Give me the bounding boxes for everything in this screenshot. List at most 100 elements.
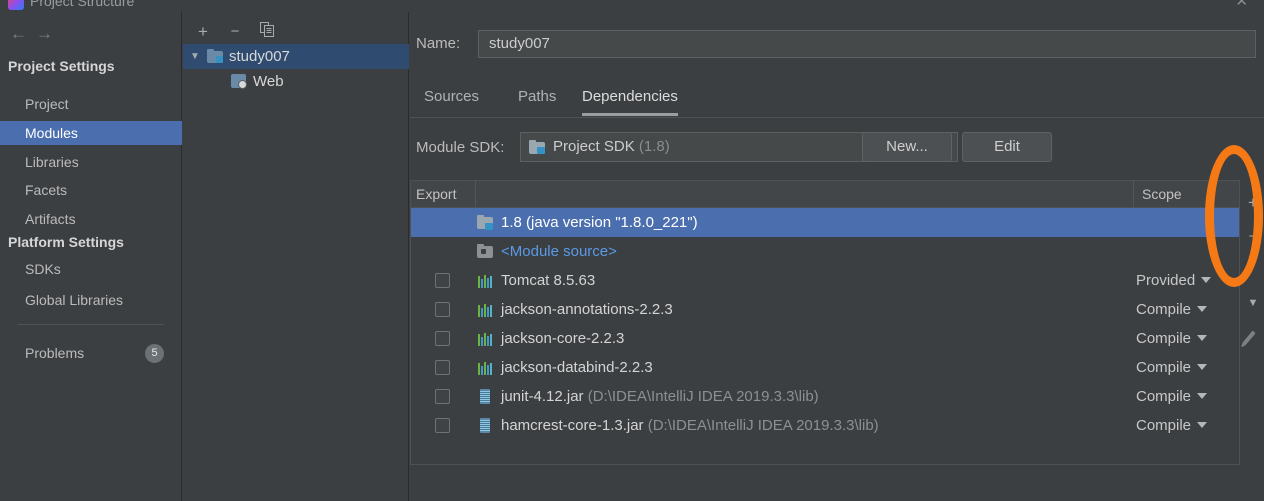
- sidebar-group-platform-settings: Platform Settings: [8, 234, 124, 250]
- table-row[interactable]: 1.8 (java version "1.8.0_221"): [411, 208, 1239, 237]
- scope-dropdown[interactable]: Compile: [1136, 353, 1208, 382]
- move-down-button[interactable]: ▼: [1242, 290, 1264, 316]
- table-row[interactable]: jackson-core-2.2.3 Compile: [411, 324, 1239, 353]
- export-checkbox[interactable]: [435, 360, 450, 375]
- sidebar-group-project-settings: Project Settings: [8, 58, 115, 74]
- scope-dropdown[interactable]: Compile: [1136, 295, 1208, 324]
- export-checkbox[interactable]: [435, 389, 450, 404]
- sidebar-item-artifacts[interactable]: Artifacts: [0, 207, 182, 231]
- chevron-down-icon: [1197, 364, 1208, 370]
- chevron-down-icon[interactable]: ▼: [190, 44, 200, 69]
- add-module-button[interactable]: +: [191, 20, 215, 44]
- dependency-name: hamcrest-core-1.3.jar (D:\IDEA\IntelliJ …: [501, 411, 879, 440]
- sidebar-item-global-libraries[interactable]: Global Libraries: [0, 288, 182, 312]
- tree-item-web[interactable]: Web: [183, 69, 409, 94]
- export-checkbox[interactable]: [435, 302, 450, 317]
- dependencies-toolbar: + − ▼: [1242, 180, 1264, 465]
- module-sdk-value: Project SDK (1.8): [553, 138, 670, 155]
- column-divider[interactable]: [1133, 181, 1134, 207]
- export-checkbox[interactable]: [435, 331, 450, 346]
- scope-value: Compile: [1136, 417, 1192, 434]
- detail-tabs: Sources Paths Dependencies: [410, 82, 1264, 118]
- column-header-scope[interactable]: Scope: [1142, 181, 1182, 207]
- jar-icon: [477, 418, 493, 433]
- scope-dropdown[interactable]: Compile: [1136, 382, 1208, 411]
- table-row[interactable]: jackson-databind-2.2.3 Compile: [411, 353, 1239, 382]
- window-titlebar: Project Structure ✕: [0, 0, 1264, 12]
- add-dependency-button[interactable]: +: [1242, 190, 1264, 216]
- tab-dependencies[interactable]: Dependencies: [582, 82, 678, 116]
- intellij-logo-icon: [8, 0, 24, 10]
- table-row[interactable]: <Module source>: [411, 237, 1239, 266]
- chevron-down-icon: [1201, 277, 1212, 283]
- problems-count-badge: 5: [145, 344, 164, 363]
- sidebar-item-sdks[interactable]: SDKs: [0, 257, 182, 281]
- sidebar-item-project[interactable]: Project: [0, 92, 182, 116]
- sidebar-item-problems[interactable]: Problems 5: [0, 341, 182, 365]
- copy-module-icon[interactable]: [255, 20, 279, 44]
- module-name-row: Name: study007: [410, 30, 1264, 62]
- dependency-name: jackson-annotations-2.2.3: [501, 301, 673, 318]
- export-checkbox[interactable]: [435, 273, 450, 288]
- jar-icon: [477, 389, 493, 404]
- module-source-icon: [477, 244, 493, 259]
- dependency-path: (D:\IDEA\IntelliJ IDEA 2019.3.3\lib): [647, 417, 879, 434]
- module-folder-icon: [207, 49, 223, 63]
- remove-dependency-button[interactable]: −: [1242, 224, 1264, 250]
- forward-arrow-icon[interactable]: →: [36, 24, 53, 44]
- remove-module-button[interactable]: −: [223, 20, 247, 44]
- tabs-underline: [410, 117, 1264, 118]
- table-row[interactable]: hamcrest-core-1.3.jar (D:\IDEA\IntelliJ …: [411, 411, 1239, 440]
- library-icon: [477, 302, 493, 317]
- dependencies-table-header: Export Scope: [411, 181, 1239, 208]
- tab-paths[interactable]: Paths: [518, 82, 556, 116]
- dependency-name[interactable]: <Module source>: [501, 237, 617, 266]
- sidebar-divider: [18, 324, 164, 325]
- scope-value: Compile: [1136, 388, 1192, 405]
- sidebar-item-facets[interactable]: Facets: [0, 178, 182, 202]
- module-sdk-value-text: Project SDK: [553, 138, 635, 155]
- table-row[interactable]: junit-4.12.jar (D:\IDEA\IntelliJ IDEA 20…: [411, 382, 1239, 411]
- problems-label: Problems: [25, 345, 85, 361]
- scope-value: Compile: [1136, 330, 1192, 347]
- sidebar-item-modules[interactable]: Modules: [0, 121, 182, 145]
- chevron-down-icon: [1197, 393, 1208, 399]
- table-row[interactable]: Tomcat 8.5.63 Provided: [411, 266, 1239, 295]
- column-header-export[interactable]: Export: [416, 181, 456, 207]
- library-icon: [477, 273, 493, 288]
- module-sdk-row: Module SDK: Project SDK (1.8) New... Edi…: [410, 132, 1264, 166]
- web-facet-icon: [231, 74, 247, 89]
- scope-dropdown[interactable]: Compile: [1136, 411, 1208, 440]
- dependency-name: Tomcat 8.5.63: [501, 272, 596, 289]
- module-name-input[interactable]: study007: [478, 30, 1256, 58]
- scope-dropdown[interactable]: Provided: [1136, 266, 1212, 295]
- sdk-icon: [477, 215, 493, 230]
- scope-dropdown[interactable]: Compile: [1136, 324, 1208, 353]
- chevron-down-icon: [1197, 306, 1208, 312]
- chevron-down-icon: [1197, 335, 1208, 341]
- library-icon: [477, 331, 493, 346]
- back-arrow-icon[interactable]: ←: [10, 24, 27, 44]
- new-sdk-button[interactable]: New...: [862, 132, 952, 162]
- close-icon[interactable]: ✕: [1235, 0, 1248, 10]
- edit-sdk-button[interactable]: Edit: [962, 132, 1052, 162]
- dependency-name: jackson-databind-2.2.3: [501, 359, 653, 376]
- tree-item-study007[interactable]: ▼ study007: [183, 44, 409, 69]
- settings-sidebar: ← → Project Settings Project Modules Lib…: [0, 12, 182, 501]
- library-icon: [477, 360, 493, 375]
- dependencies-table: Export Scope 1.8 (java version "1.8.0_22…: [410, 180, 1240, 465]
- sdk-folder-icon: [529, 140, 545, 154]
- module-detail-panel: Name: study007 Sources Paths Dependencie…: [410, 12, 1264, 501]
- dependency-name: jackson-core-2.2.3: [501, 330, 625, 347]
- table-row[interactable]: jackson-annotations-2.2.3 Compile: [411, 295, 1239, 324]
- column-divider[interactable]: [475, 181, 476, 207]
- dependency-name: 1.8 (java version "1.8.0_221"): [501, 214, 698, 231]
- scope-value: Compile: [1136, 301, 1192, 318]
- chevron-down-icon: [1197, 422, 1208, 428]
- tab-sources[interactable]: Sources: [424, 82, 479, 116]
- dependency-path: (D:\IDEA\IntelliJ IDEA 2019.3.3\lib): [587, 388, 819, 405]
- dependency-name: junit-4.12.jar (D:\IDEA\IntelliJ IDEA 20…: [501, 382, 819, 411]
- export-checkbox[interactable]: [435, 418, 450, 433]
- edit-dependency-icon[interactable]: [1242, 330, 1256, 346]
- sidebar-item-libraries[interactable]: Libraries: [0, 150, 182, 174]
